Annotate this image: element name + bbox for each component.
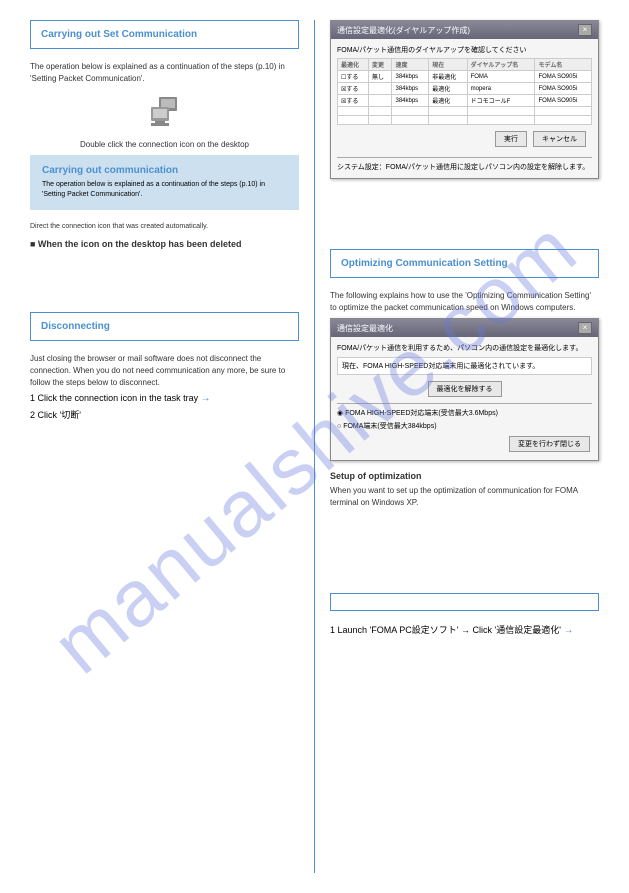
dialog1-subtitle: FOMA/パケット通信用のダイヤルアップを確認してください xyxy=(337,45,592,55)
body-text-3: Just closing the browser or mail softwar… xyxy=(30,353,299,389)
heading-2-text: Disconnecting xyxy=(41,321,110,332)
dialog2-status: 現在、FOMA HIGH-SPEED対応端末用に最適化されています。 xyxy=(337,357,592,375)
note-2-head: ■ When the icon on the desktop has been … xyxy=(30,239,299,249)
filled-title: Carrying out communication xyxy=(42,165,287,176)
dialog1-footer-text: システム設定：FOMA/パケット通信用に設定しパソコン内の設定を解除します。 xyxy=(337,162,592,172)
dialup-table: 最適化 変更 速度 現在 ダイヤルアップ名 モデム名 ☐する 無し 384kbp… xyxy=(337,58,592,125)
dialog1-titlebar: 通信設定最適化(ダイヤルアップ作成) × xyxy=(331,21,598,39)
heading-r1-text: Optimizing Communication Setting xyxy=(341,258,508,269)
table-row: ☐する 無し 384kbps 非最適化 FOMA FOMA SO905i xyxy=(338,71,592,83)
th-5: モデム名 xyxy=(535,59,592,71)
dialog2-msg: FOMA/パケット通信を利用するため、パソコン内の通信設定を最適化します。 xyxy=(337,343,592,353)
network-connection-icon xyxy=(145,95,185,133)
radio-foma[interactable]: ○ FOMA端末(受信最大384kbps) xyxy=(337,421,592,431)
dialog-comm-optimize: 通信設定最適化 × FOMA/パケット通信を利用するため、パソコン内の通信設定を… xyxy=(330,318,599,461)
step-r1-num: 1 xyxy=(330,625,335,635)
execute-button[interactable]: 実行 xyxy=(495,131,527,147)
step-r1: 1 Launch 'FOMA PC設定ソフト' → Click '通信設定最適化… xyxy=(330,623,599,636)
heading-box-right-2 xyxy=(330,593,599,611)
heading-box-1: Carrying out Set Communication xyxy=(30,20,299,49)
th-0: 最適化 xyxy=(338,59,369,71)
table-row xyxy=(338,107,592,116)
close-icon[interactable]: × xyxy=(578,24,592,36)
column-divider xyxy=(314,20,315,873)
heading-box-2: Disconnecting xyxy=(30,312,299,341)
close-noupdate-button[interactable]: 変更を行わず閉じる xyxy=(509,436,590,452)
dialog-dialup-optimize: 通信設定最適化(ダイヤルアップ作成) × FOMA/パケット通信用のダイヤルアッ… xyxy=(330,20,599,179)
body-r2: When you want to set up the optimization… xyxy=(330,485,599,509)
return-arrow-icon: → xyxy=(201,393,211,404)
step-r1-text: Launch 'FOMA PC設定ソフト' → Click '通信設定最適化' xyxy=(338,625,561,635)
heading-box-right-1: Optimizing Communication Setting xyxy=(330,249,599,278)
filled-body: The operation below is explained as a co… xyxy=(42,180,287,200)
th-2: 速度 xyxy=(392,59,429,71)
close-icon[interactable]: × xyxy=(578,322,592,334)
cancel-button[interactable]: キャンセル xyxy=(533,131,586,147)
step-2-num: 2 xyxy=(30,410,35,420)
filled-box: Carrying out communication The operation… xyxy=(30,155,299,210)
note-1: Direct the connection icon that was crea… xyxy=(30,222,299,232)
page-container: Carrying out Set Communication The opera… xyxy=(0,0,629,893)
body-text-1: The operation below is explained as a co… xyxy=(30,61,299,85)
dialog1-title-text: 通信設定最適化(ダイヤルアップ作成) xyxy=(337,25,470,36)
step-2-text: Click '切断' xyxy=(38,410,81,420)
optimize-button[interactable]: 最適化を解除する xyxy=(428,381,502,397)
th-4: ダイヤルアップ名 xyxy=(467,59,535,71)
table-row: ☒する 384kbps 最適化 mopera FOMA SO905i xyxy=(338,83,592,95)
right-column: 通信設定最適化(ダイヤルアップ作成) × FOMA/パケット通信用のダイヤルアッ… xyxy=(330,20,599,873)
th-3: 現在 xyxy=(429,59,467,71)
left-column: Carrying out Set Communication The opera… xyxy=(30,20,299,873)
table-row: ☒する 384kbps 最適化 ドコモコールF FOMA SO905i xyxy=(338,95,592,107)
body-r1: The following explains how to use the 'O… xyxy=(330,290,599,314)
icon-caption: Double click the connection icon on the … xyxy=(30,139,299,151)
step-1-text: Click the connection icon in the task tr… xyxy=(38,393,199,403)
dialog2-titlebar: 通信設定最適化 × xyxy=(331,319,598,337)
step-2: 2 Click '切断' xyxy=(30,408,299,421)
step-1: 1 Click the connection icon in the task … xyxy=(30,393,299,404)
step-1-num: 1 xyxy=(30,393,35,403)
dialog2-title-text: 通信設定最適化 xyxy=(337,323,393,334)
heading-1-text: Carrying out Set Communication xyxy=(41,29,197,40)
radio-highspeed[interactable]: ◉ FOMA HIGH-SPEED対応端末(受信最大3.6Mbps) xyxy=(337,408,592,418)
th-1: 変更 xyxy=(368,59,392,71)
subhead-optimization: Setup of optimization xyxy=(330,471,599,481)
return-arrow-icon: → xyxy=(563,625,573,636)
table-row xyxy=(338,116,592,125)
